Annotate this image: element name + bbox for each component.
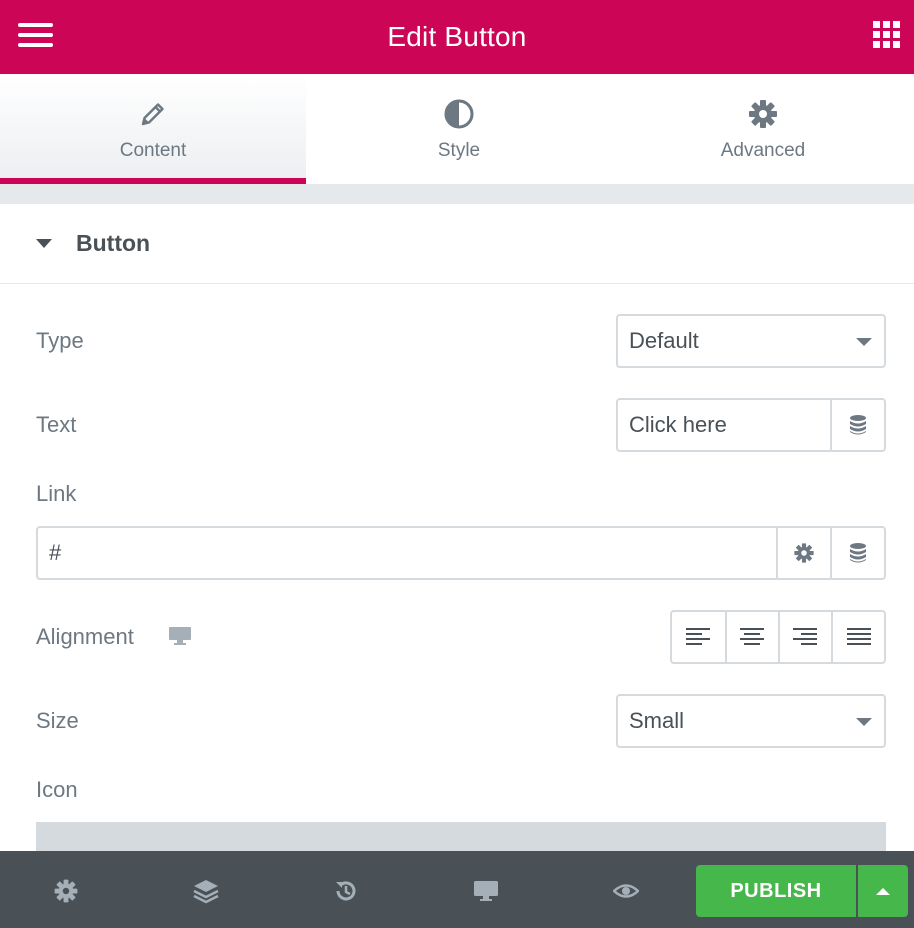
desktop-icon[interactable]	[168, 626, 192, 646]
caret-down-icon	[36, 239, 52, 248]
align-left-button[interactable]	[672, 612, 725, 662]
desktop-icon[interactable]	[473, 878, 499, 904]
layers-icon[interactable]	[193, 878, 219, 904]
database-icon	[850, 415, 866, 435]
align-justify-button[interactable]	[831, 612, 884, 662]
size-select-value: Small	[629, 708, 685, 733]
alignment-group	[670, 610, 886, 664]
history-icon[interactable]	[333, 878, 359, 904]
gear-icon[interactable]	[53, 878, 79, 904]
link-label: Link	[36, 481, 77, 506]
alignment-label: Alignment	[36, 624, 134, 649]
link-dynamic-tags-button[interactable]	[830, 528, 884, 578]
tab-style[interactable]: Style	[306, 74, 612, 184]
type-label: Type	[36, 328, 84, 353]
publish-button[interactable]: PUBLISH	[696, 865, 856, 917]
chevron-down-icon	[856, 338, 872, 346]
panel-title: Edit Button	[387, 21, 527, 52]
publish-options-button[interactable]	[858, 865, 908, 917]
section-toggle-button[interactable]: Button	[0, 204, 914, 284]
tab-advanced-label: Advanced	[720, 140, 806, 161]
chevron-down-icon	[856, 718, 872, 726]
text-label: Text	[36, 412, 77, 437]
link-field-value[interactable]: #	[38, 528, 776, 578]
type-select-value: Default	[629, 328, 699, 353]
size-label: Size	[36, 708, 79, 733]
gear-icon	[749, 100, 777, 128]
link-options-button[interactable]	[776, 528, 830, 578]
database-icon	[850, 543, 866, 563]
half-circle-icon	[444, 99, 474, 129]
gear-icon	[794, 543, 814, 563]
panel-tabs: Content Style Advanced	[0, 74, 914, 184]
tab-style-label: Style	[437, 140, 481, 161]
tab-content[interactable]: Content	[0, 74, 306, 184]
align-right-button[interactable]	[777, 612, 831, 662]
eye-icon[interactable]	[613, 878, 639, 904]
tabs-divider	[0, 184, 914, 204]
type-select[interactable]: Default	[616, 314, 886, 368]
text-field-value[interactable]: Click here	[618, 400, 830, 450]
align-right-icon	[793, 628, 818, 645]
align-center-icon	[740, 628, 765, 645]
align-justify-icon	[846, 628, 871, 645]
tab-content-label: Content	[119, 140, 187, 161]
dynamic-tags-button[interactable]	[830, 400, 884, 450]
section-title: Button	[76, 230, 151, 256]
pencil-icon	[141, 103, 164, 126]
tab-advanced[interactable]: Advanced	[612, 74, 914, 184]
panel-header: Edit Button	[0, 0, 914, 74]
size-select[interactable]: Small	[616, 694, 886, 748]
grid-icon[interactable]	[873, 21, 900, 48]
align-left-icon	[686, 628, 711, 645]
align-center-button[interactable]	[724, 612, 778, 662]
icon-label: Icon	[36, 777, 78, 802]
caret-up-icon	[876, 887, 890, 895]
hamburger-icon[interactable]	[18, 23, 53, 47]
link-field[interactable]: #	[36, 526, 886, 580]
text-field[interactable]: Click here	[616, 398, 886, 452]
